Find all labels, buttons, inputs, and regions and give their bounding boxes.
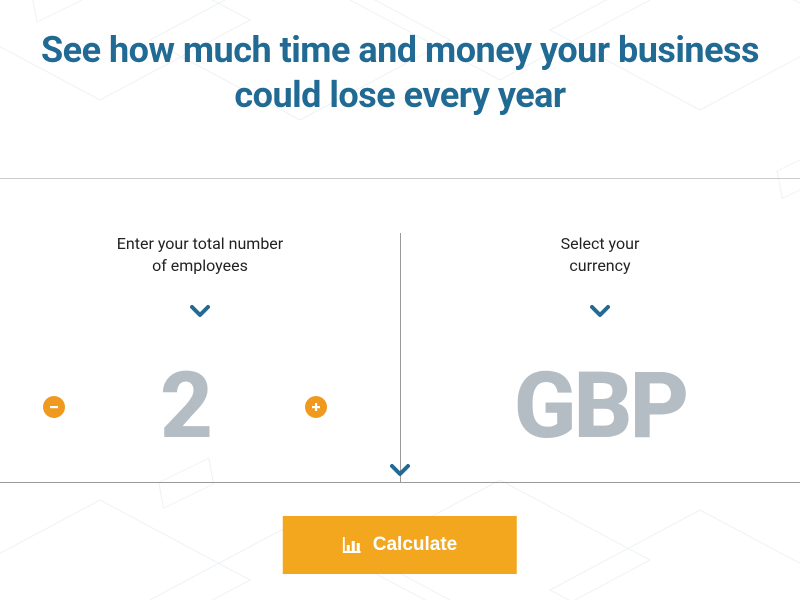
decrement-button[interactable] [43,396,65,418]
chevron-down-icon [590,304,610,318]
currency-label-line1: Select your [561,234,640,253]
chevron-down-icon [190,304,210,318]
employees-value: 2 [160,361,210,453]
chevron-down-icon [390,462,410,481]
currency-label: Select your currency [400,233,800,278]
employees-label-line2: of employees [152,256,248,275]
currency-column: Select your currency GBP [400,179,800,469]
currency-value: GBP [514,361,686,453]
calculate-button[interactable]: Calculate [283,516,517,574]
calculator-inputs: Enter your total number of employees 2 S… [0,179,800,469]
employees-column: Enter your total number of employees 2 [0,179,400,469]
increment-button[interactable] [305,396,327,418]
employees-label-line1: Enter your total number [117,234,283,253]
currency-label-line2: currency [569,256,630,275]
calculate-button-label: Calculate [373,534,457,556]
currency-selector[interactable]: GBP [400,357,800,457]
page-headline: See how much time and money your busines… [0,0,800,178]
bar-chart-icon [343,537,361,553]
employees-stepper: 2 [0,357,400,457]
employees-label: Enter your total number of employees [0,233,400,278]
